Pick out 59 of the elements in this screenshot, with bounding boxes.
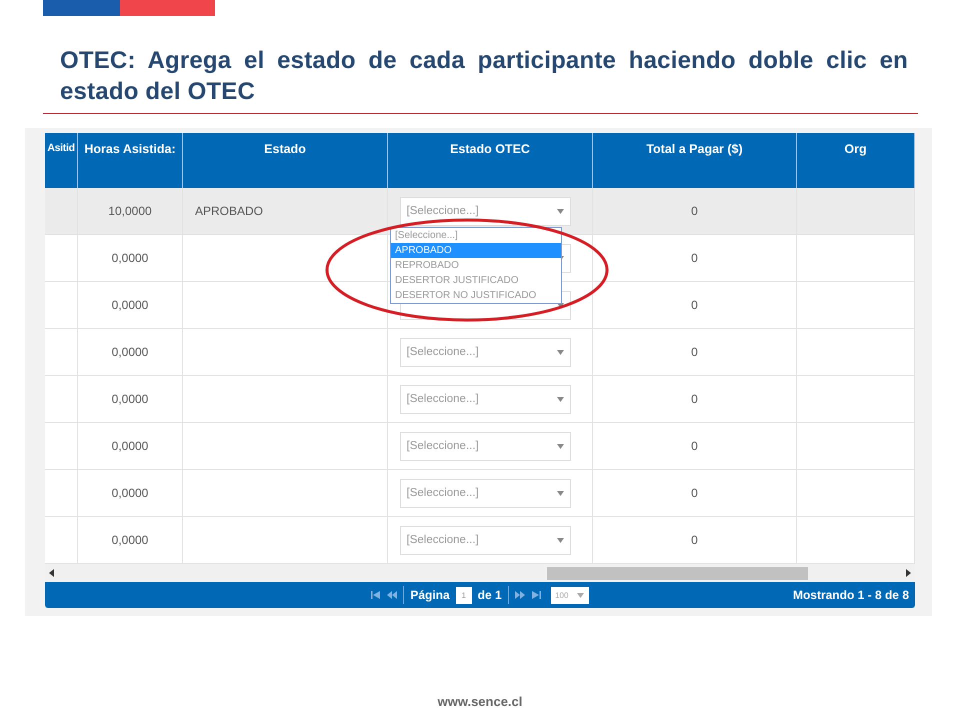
table-cell — [45, 282, 78, 329]
slide-title: OTEC: Agrega el estado de cada participante haciendo doble clic en estado del OTEC — [60, 46, 908, 107]
footer-url: www.sence.cl — [436, 694, 524, 709]
table-cell: 0,0000 — [78, 329, 183, 376]
table-cell: 0 — [593, 517, 797, 564]
caret-icon — [556, 350, 564, 354]
table-cell: 0,0000 — [78, 517, 183, 564]
table-cell: 0 — [593, 282, 797, 329]
caret-icon — [556, 538, 564, 542]
table-cell: 0,0000 — [78, 235, 183, 282]
table-cell: 0 — [593, 329, 797, 376]
table-cell: 0 — [593, 376, 797, 423]
table-cell — [45, 376, 78, 423]
last-page-icon[interactable] — [530, 591, 541, 599]
status-select[interactable]: [Seleccione...] — [400, 526, 570, 554]
caret-icon — [556, 490, 564, 496]
status-select[interactable]: [Seleccione...] — [400, 478, 570, 508]
column-header: Total a Pagar ($) — [593, 133, 797, 188]
caret-icon — [577, 592, 584, 598]
table-cell: 10,0000 — [78, 188, 183, 235]
status-select[interactable]: [Seleccione...] — [400, 384, 570, 414]
scrollbar-thumb[interactable] — [547, 567, 808, 580]
table-cell — [45, 235, 78, 282]
table-cell: APROBADO — [183, 188, 388, 235]
table-cell — [45, 423, 78, 470]
table-cell — [45, 329, 78, 376]
table-cell: 0 — [593, 470, 797, 517]
scroll-right-icon[interactable] — [906, 569, 911, 577]
dropdown-option[interactable]: APROBADO — [391, 243, 561, 258]
status-select[interactable]: [Seleccione...] — [400, 432, 570, 460]
column-header: Org — [797, 133, 915, 188]
status-select[interactable]: [Seleccione...] — [400, 196, 570, 226]
table-cell — [45, 470, 78, 517]
column-header: Estado — [183, 133, 388, 188]
table-cell: 0,0000 — [78, 423, 183, 470]
previous-page-icon[interactable] — [387, 591, 398, 599]
page-total: de 1 — [478, 588, 502, 602]
caret-icon — [556, 444, 564, 448]
table-cell: 0 — [593, 235, 797, 282]
table-cell: 0 — [593, 188, 797, 235]
table-cell: 0,0000 — [78, 470, 183, 517]
table-cell — [45, 517, 78, 564]
table-cell: 0,0000 — [78, 376, 183, 423]
scroll-left-icon[interactable] — [49, 569, 54, 577]
column-header: Asitid — [45, 133, 78, 188]
next-page-icon[interactable] — [514, 591, 525, 599]
table-cell: 0 — [593, 423, 797, 470]
column-header: Horas Asistida: — [78, 133, 183, 188]
status-select[interactable]: [Seleccione...] — [400, 338, 570, 366]
column-header: Estado OTEC — [388, 133, 593, 188]
table-cell: 0,0000 — [78, 282, 183, 329]
page-label: Página — [410, 588, 450, 602]
first-page-icon[interactable] — [371, 591, 382, 599]
page-input[interactable]: 1 — [456, 586, 472, 604]
table-cell — [45, 188, 78, 235]
record-summary: Mostrando 1 - 8 de 8 — [792, 588, 909, 602]
caret-icon — [556, 396, 564, 402]
caret-icon — [556, 208, 564, 214]
page-size-select[interactable]: 100 — [550, 586, 589, 604]
